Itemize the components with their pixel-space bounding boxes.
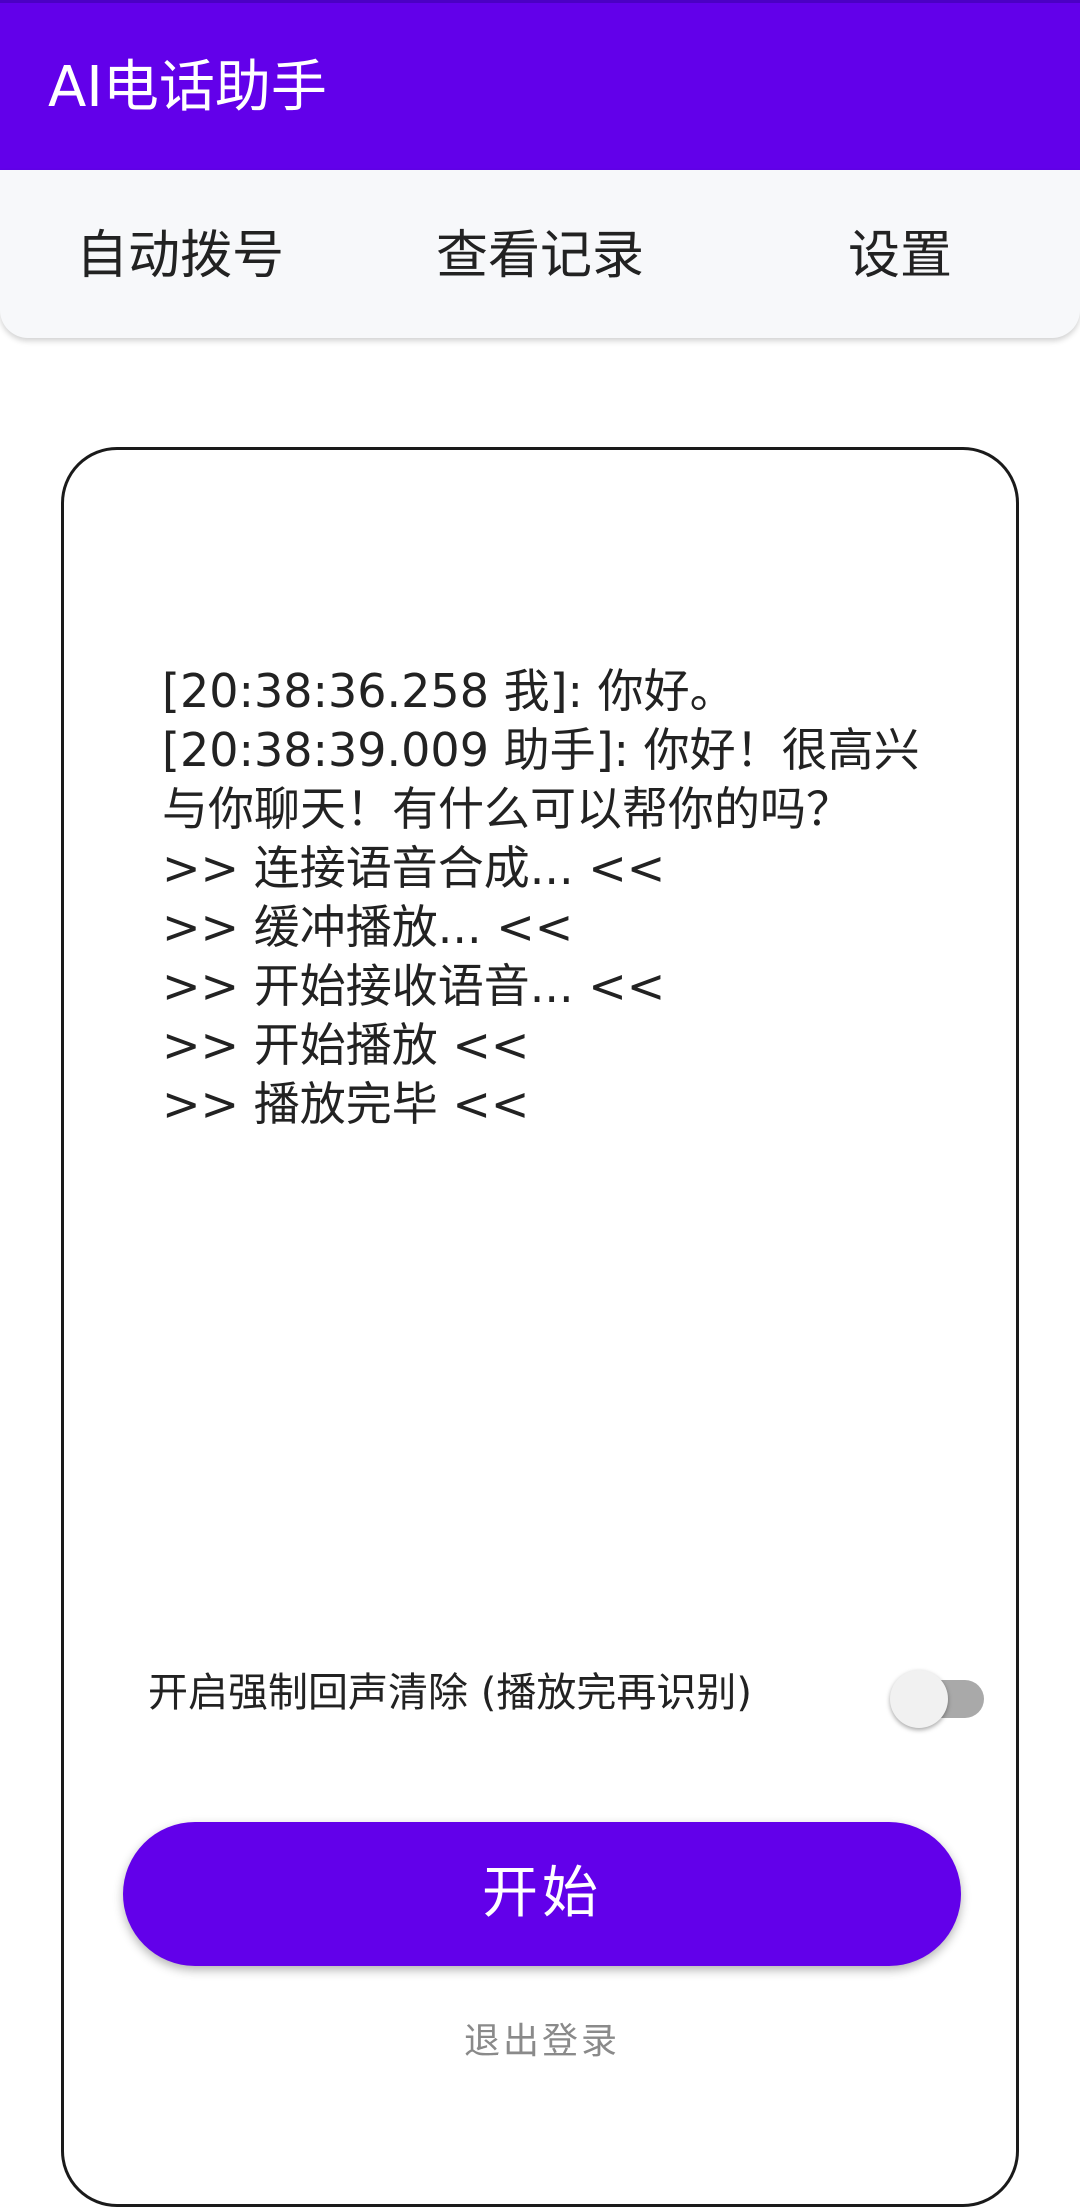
echo-cancel-label: 开启强制回声清除 (播放完再识别) bbox=[148, 1670, 752, 1716]
tab-view-records[interactable]: 查看记录 bbox=[360, 224, 720, 288]
log-line: [20:38:39.009 助手]: 你好！很高兴与你聊天！有什么可以帮你的吗？ bbox=[162, 723, 920, 836]
log-line: >> 播放完毕 << bbox=[162, 1077, 530, 1131]
echo-cancel-toggle[interactable] bbox=[890, 1670, 986, 1728]
start-button[interactable]: 开始 bbox=[123, 1822, 961, 1966]
tab-settings[interactable]: 设置 bbox=[720, 224, 1080, 288]
main-card: [20:38:36.258 我]: 你好。 [20:38:39.009 助手]:… bbox=[61, 447, 1019, 2207]
log-line: >> 开始接收语音... << bbox=[162, 959, 666, 1013]
app-title: AI电话助手 bbox=[48, 55, 327, 120]
tab-auto-dial[interactable]: 自动拨号 bbox=[0, 224, 360, 288]
log-line: >> 开始播放 << bbox=[162, 1018, 530, 1072]
app-bar: AI电话助手 bbox=[0, 0, 1080, 170]
log-line: [20:38:36.258 我]: 你好。 bbox=[162, 664, 736, 718]
echo-cancel-row: 开启强制回声清除 (播放完再识别) bbox=[148, 1658, 984, 1728]
logout-link[interactable]: 退出登录 bbox=[342, 2017, 742, 2067]
log-line: >> 缓冲播放... << bbox=[162, 900, 574, 954]
tab-bar: 自动拨号 查看记录 设置 bbox=[0, 170, 1080, 338]
toggle-thumb bbox=[890, 1670, 948, 1728]
conversation-log: [20:38:36.258 我]: 你好。 [20:38:39.009 助手]:… bbox=[162, 662, 962, 1134]
log-line: >> 连接语音合成... << bbox=[162, 841, 666, 895]
